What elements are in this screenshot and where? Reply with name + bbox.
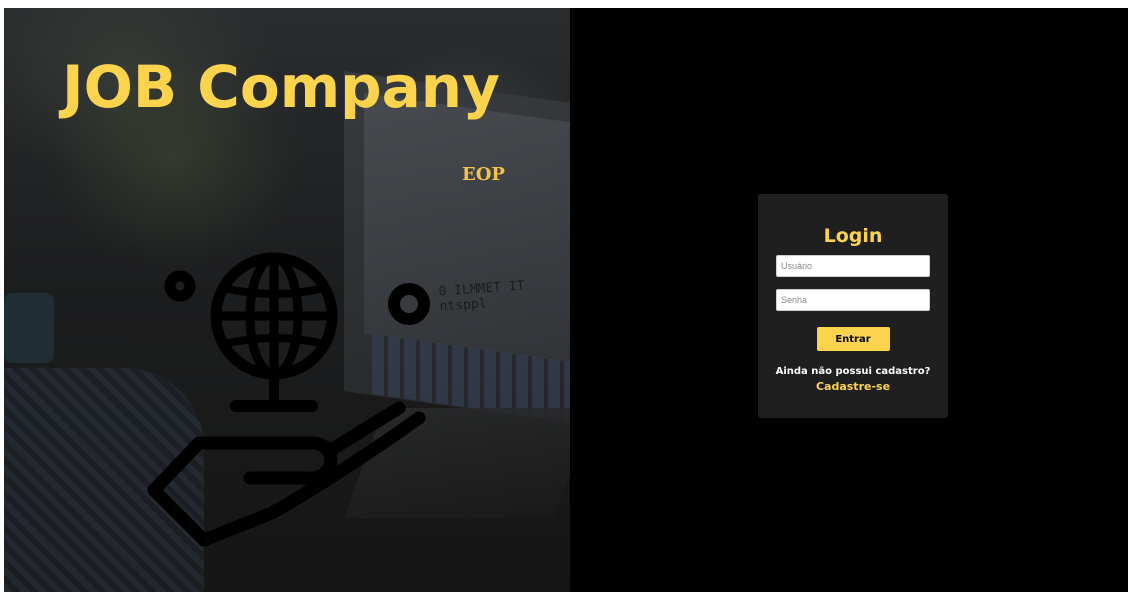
page-frame: 0 ILMMET IT ntsppl JOB Company EOP Login… [4, 8, 1128, 592]
login-button[interactable]: Entrar [816, 327, 890, 351]
hero-panel: 0 ILMMET IT ntsppl JOB Company EOP [4, 8, 570, 592]
username-input[interactable] [776, 255, 930, 277]
hero-title: JOB Company [62, 53, 500, 121]
login-card: Login Entrar Ainda não possui cadastro? … [758, 194, 948, 418]
signup-link[interactable]: Cadastre-se [758, 380, 948, 393]
password-input[interactable] [776, 289, 930, 311]
login-title: Login [823, 225, 883, 247]
hero-subtitle: EOP [462, 164, 505, 185]
no-account-text: Ainda não possui cadastro? [775, 366, 931, 377]
